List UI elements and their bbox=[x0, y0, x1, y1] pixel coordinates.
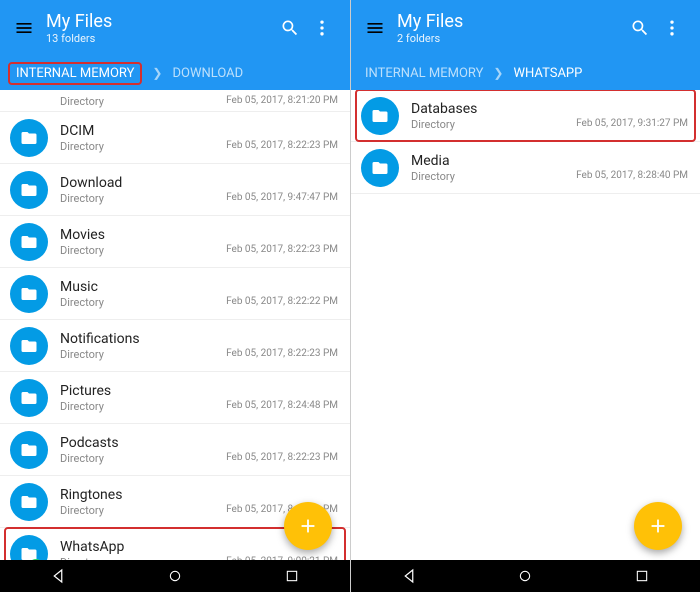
folder-icon bbox=[361, 97, 399, 135]
breadcrumb-whatsapp[interactable]: WHATSAPP bbox=[513, 66, 582, 81]
breadcrumbs: INTERNAL MEMORY ❯ WHATSAPP bbox=[351, 56, 700, 90]
list-item[interactable]: MediaDirectory Feb 05, 2017, 8:28:40 PM bbox=[351, 142, 700, 194]
row-type: Directory bbox=[60, 504, 104, 517]
row-date: Feb 05, 2017, 9:47:47 PM bbox=[226, 192, 338, 205]
row-name: Podcasts bbox=[60, 435, 338, 451]
nav-back-icon[interactable] bbox=[28, 567, 88, 585]
row-name: Movies bbox=[60, 227, 338, 243]
row-date: Feb 05, 2017, 8:22:22 PM bbox=[226, 296, 338, 309]
search-icon[interactable] bbox=[624, 18, 656, 38]
nav-recent-icon[interactable] bbox=[262, 568, 322, 584]
folder-icon bbox=[10, 223, 48, 261]
android-navbar bbox=[351, 560, 700, 592]
row-type: Directory bbox=[60, 348, 104, 361]
folder-icon bbox=[10, 379, 48, 417]
row-type: Directory bbox=[60, 244, 104, 257]
row-name: Music bbox=[60, 279, 338, 295]
row-date: Feb 05, 2017, 8:22:23 PM bbox=[226, 452, 338, 465]
folder-icon bbox=[10, 327, 48, 365]
list-item[interactable]: PicturesDirectory Feb 05, 2017, 8:24:48 P… bbox=[0, 372, 350, 424]
fab-add[interactable] bbox=[634, 502, 682, 550]
folder-icon bbox=[10, 275, 48, 313]
row-date: Feb 05, 2017, 8:28:40 PM bbox=[576, 170, 688, 183]
row-name: Media bbox=[411, 153, 688, 169]
row-date: Feb 05, 2017, 8:24:48 PM bbox=[226, 400, 338, 413]
breadcrumbs: INTERNAL MEMORY ❯ DOWNLOAD bbox=[0, 56, 350, 90]
chevron-right-icon: ❯ bbox=[152, 66, 162, 80]
list-item[interactable]: PodcastsDirectory Feb 05, 2017, 8:22:23 P… bbox=[0, 424, 350, 476]
folder-icon bbox=[10, 119, 48, 157]
row-type: Directory bbox=[411, 118, 455, 131]
row-type: Directory bbox=[411, 170, 455, 183]
row-date: Feb 05, 2017, 8:22:23 PM bbox=[226, 244, 338, 257]
appbar-title: My Files bbox=[397, 11, 624, 32]
menu-icon[interactable] bbox=[359, 18, 391, 38]
appbar-subtitle: 2 folders bbox=[397, 32, 624, 45]
row-name: Pictures bbox=[60, 383, 338, 399]
row-type: Directory bbox=[60, 140, 104, 153]
menu-icon[interactable] bbox=[8, 18, 40, 38]
fab-add[interactable] bbox=[284, 502, 332, 550]
folder-icon bbox=[361, 149, 399, 187]
row-type: Directory bbox=[60, 400, 104, 413]
list-item[interactable]: NotificationsDirectory Feb 05, 2017, 8:22… bbox=[0, 320, 350, 372]
row-date: Feb 05, 2017, 9:31:27 PM bbox=[576, 118, 688, 131]
appbar-title: My Files bbox=[46, 11, 274, 32]
panel-left: My Files 13 folders INTERNAL MEMORY ❯ DO… bbox=[0, 0, 350, 592]
folder-icon bbox=[10, 483, 48, 521]
folder-icon bbox=[10, 171, 48, 209]
folder-icon bbox=[10, 431, 48, 469]
list-item[interactable]: MusicDirectory Feb 05, 2017, 8:22:22 PM bbox=[0, 268, 350, 320]
appbar: My Files 13 folders bbox=[0, 0, 350, 56]
nav-home-icon[interactable] bbox=[145, 568, 205, 584]
appbar-title-block: My Files 13 folders bbox=[46, 11, 274, 45]
row-name: Notifications bbox=[60, 331, 338, 347]
row-name: DCIM bbox=[60, 123, 338, 139]
row-date: Feb 05, 2017, 8:22:23 PM bbox=[226, 140, 338, 153]
row-type: Directory bbox=[60, 296, 104, 309]
list-item[interactable]: DCIMDirectory Feb 05, 2017, 8:22:23 PM bbox=[0, 112, 350, 164]
row-type: Directory bbox=[60, 95, 104, 108]
breadcrumb-internal-memory[interactable]: INTERNAL MEMORY bbox=[365, 66, 483, 81]
chevron-right-icon: ❯ bbox=[493, 66, 503, 80]
nav-home-icon[interactable] bbox=[495, 568, 555, 584]
appbar-title-block: My Files 2 folders bbox=[397, 11, 624, 45]
nav-back-icon[interactable] bbox=[379, 567, 439, 585]
panel-right: My Files 2 folders INTERNAL MEMORY ❯ WHA… bbox=[350, 0, 700, 592]
row-name: Databases bbox=[411, 101, 688, 117]
appbar-subtitle: 13 folders bbox=[46, 32, 274, 45]
appbar: My Files 2 folders bbox=[351, 0, 700, 56]
list-item[interactable]: DownloadDirectory Feb 05, 2017, 9:47:47 P… bbox=[0, 164, 350, 216]
row-name: Ringtones bbox=[60, 487, 338, 503]
row-date: Feb 05, 2017, 8:22:23 PM bbox=[226, 348, 338, 361]
row-type: Directory bbox=[60, 192, 104, 205]
list-item[interactable]: Directory Feb 05, 2017, 8:21:20 PM bbox=[0, 90, 350, 112]
row-date: Feb 05, 2017, 8:21:20 PM bbox=[226, 95, 338, 108]
list-item[interactable]: MoviesDirectory Feb 05, 2017, 8:22:23 PM bbox=[0, 216, 350, 268]
android-navbar bbox=[0, 560, 350, 592]
row-type: Directory bbox=[60, 452, 104, 465]
row-name: Download bbox=[60, 175, 338, 191]
more-icon[interactable] bbox=[306, 18, 338, 38]
more-icon[interactable] bbox=[656, 18, 688, 38]
list-item[interactable]: DatabasesDirectory Feb 05, 2017, 9:31:27 … bbox=[351, 90, 700, 142]
breadcrumb-internal-memory[interactable]: INTERNAL MEMORY bbox=[8, 62, 142, 85]
nav-recent-icon[interactable] bbox=[612, 568, 672, 584]
search-icon[interactable] bbox=[274, 18, 306, 38]
breadcrumb-download[interactable]: DOWNLOAD bbox=[172, 66, 243, 81]
